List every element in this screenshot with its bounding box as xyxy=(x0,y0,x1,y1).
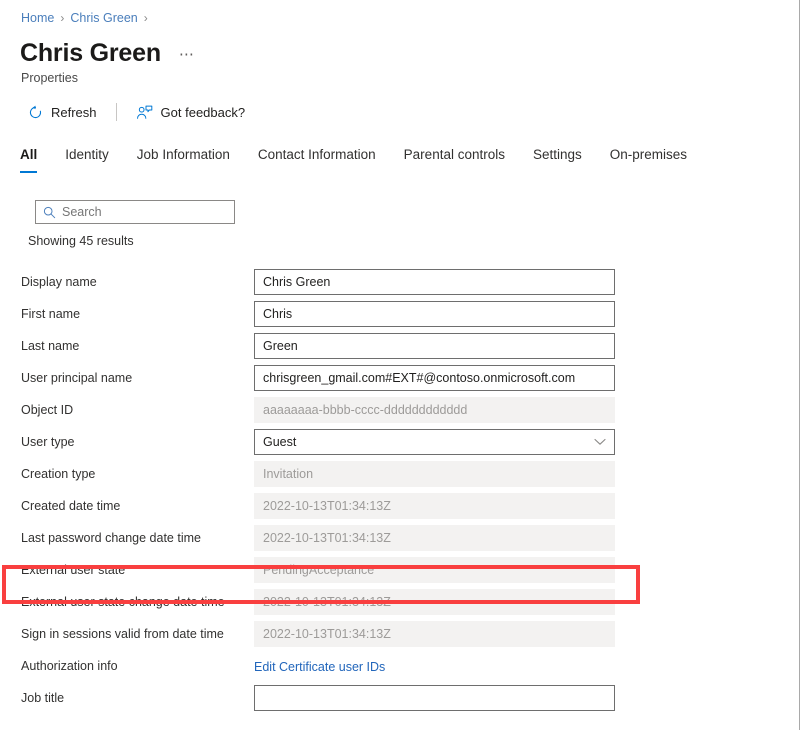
field-label-last-name: Last name xyxy=(21,339,80,353)
user-properties-page: Home › Chris Green › Chris Green ⋯ Prope… xyxy=(0,0,800,730)
breadcrumb-item-chris-green[interactable]: Chris Green xyxy=(70,10,137,26)
got-feedback-button[interactable]: Got feedback? xyxy=(130,103,252,122)
field-row-last-name: Last name Green xyxy=(0,330,799,362)
more-options-button[interactable]: ⋯ xyxy=(177,47,198,62)
field-select-user-type[interactable]: Guest xyxy=(254,429,615,455)
properties-form: Display name Chris Green First name Chri… xyxy=(0,266,799,714)
breadcrumb-separator-2: › xyxy=(143,11,148,25)
command-bar-divider xyxy=(115,103,117,121)
page-header: Chris Green ⋯ xyxy=(20,38,197,68)
field-row-user-principal-name: User principal name chrisgreen_gmail.com… xyxy=(0,362,799,394)
field-value-external-user-state-change-date-time: 2022-10-13T01:34:13Z xyxy=(254,589,615,615)
tab-on-premises[interactable]: On-premises xyxy=(596,146,701,173)
field-label-created-date-time: Created date time xyxy=(21,499,121,513)
field-row-user-type: User type Guest xyxy=(0,426,799,458)
breadcrumb: Home › Chris Green › xyxy=(21,10,148,26)
command-bar: Refresh Got feedback? xyxy=(22,99,251,125)
field-label-user-principal-name: User principal name xyxy=(21,371,133,385)
page-title: Chris Green xyxy=(20,39,161,67)
field-input-first-name[interactable]: Chris xyxy=(254,301,615,327)
field-row-created-date-time: Created date time 2022-10-13T01:34:13Z xyxy=(0,490,799,522)
field-row-authorization-info: Authorization info Edit Certificate user… xyxy=(0,650,799,682)
search-icon xyxy=(36,206,62,219)
breadcrumb-item-home[interactable]: Home xyxy=(21,10,54,26)
refresh-label: Refresh xyxy=(51,104,97,120)
field-row-external-user-state: External user state PendingAcceptance xyxy=(0,554,799,586)
breadcrumb-separator-1: › xyxy=(60,11,65,25)
search-input[interactable] xyxy=(62,205,234,219)
field-label-external-user-state-change-date-time: External user state change date time xyxy=(21,595,225,609)
field-label-external-user-state: External user state xyxy=(21,563,126,577)
field-value-last-password-change-date-time: 2022-10-13T01:34:13Z xyxy=(254,525,615,551)
field-value-creation-type: Invitation xyxy=(254,461,615,487)
field-label-user-type: User type xyxy=(21,435,75,449)
field-input-job-title[interactable] xyxy=(254,685,615,711)
tab-bar: All Identity Job Information Contact Inf… xyxy=(19,146,701,173)
page-subtitle: Properties xyxy=(21,71,78,85)
field-label-sign-in-sessions-valid-from-date-time: Sign in sessions valid from date time xyxy=(21,627,224,641)
refresh-icon xyxy=(28,105,43,120)
tab-contact-information[interactable]: Contact Information xyxy=(244,146,390,173)
field-label-display-name: Display name xyxy=(21,275,97,289)
refresh-button[interactable]: Refresh xyxy=(22,103,103,122)
field-value-object-id: aaaaaaaa-bbbb-cccc-dddddddddddd xyxy=(254,397,615,423)
tab-all[interactable]: All xyxy=(19,146,51,173)
edit-certificate-user-ids-link[interactable]: Edit Certificate user IDs xyxy=(254,654,385,679)
field-label-creation-type: Creation type xyxy=(21,467,96,481)
field-input-user-principal-name[interactable]: chrisgreen_gmail.com#EXT#@contoso.onmicr… xyxy=(254,365,615,391)
tab-settings[interactable]: Settings xyxy=(519,146,596,173)
field-input-display-name[interactable]: Chris Green xyxy=(254,269,615,295)
field-label-first-name: First name xyxy=(21,307,81,321)
field-row-external-user-state-change-date-time: External user state change date time 202… xyxy=(0,586,799,618)
tab-identity[interactable]: Identity xyxy=(51,146,123,173)
field-value-sign-in-sessions-valid-from-date-time: 2022-10-13T01:34:13Z xyxy=(254,621,615,647)
results-count: Showing 45 results xyxy=(28,234,134,248)
search-box[interactable] xyxy=(35,200,235,224)
field-label-object-id: Object ID xyxy=(21,403,74,417)
field-input-last-name[interactable]: Green xyxy=(254,333,615,359)
field-row-sign-in-sessions-valid-from-date-time: Sign in sessions valid from date time 20… xyxy=(0,618,799,650)
field-row-display-name: Display name Chris Green xyxy=(0,266,799,298)
field-row-first-name: First name Chris xyxy=(0,298,799,330)
field-row-object-id: Object ID aaaaaaaa-bbbb-cccc-ddddddddddd… xyxy=(0,394,799,426)
field-label-job-title: Job title xyxy=(21,691,65,705)
chevron-down-icon xyxy=(594,430,606,454)
field-row-last-password-change-date-time: Last password change date time 2022-10-1… xyxy=(0,522,799,554)
field-label-last-password-change-date-time: Last password change date time xyxy=(21,531,201,545)
feedback-person-icon xyxy=(136,105,153,120)
tab-job-information[interactable]: Job Information xyxy=(123,146,244,173)
field-label-authorization-info: Authorization info xyxy=(21,659,118,673)
field-value-created-date-time: 2022-10-13T01:34:13Z xyxy=(254,493,615,519)
tab-parental-controls[interactable]: Parental controls xyxy=(390,146,519,173)
got-feedback-label: Got feedback? xyxy=(160,104,246,120)
field-row-job-title: Job title xyxy=(0,682,799,714)
field-select-user-type-value: Guest xyxy=(263,435,297,449)
field-row-creation-type: Creation type Invitation xyxy=(0,458,799,490)
field-value-external-user-state: PendingAcceptance xyxy=(254,557,615,583)
